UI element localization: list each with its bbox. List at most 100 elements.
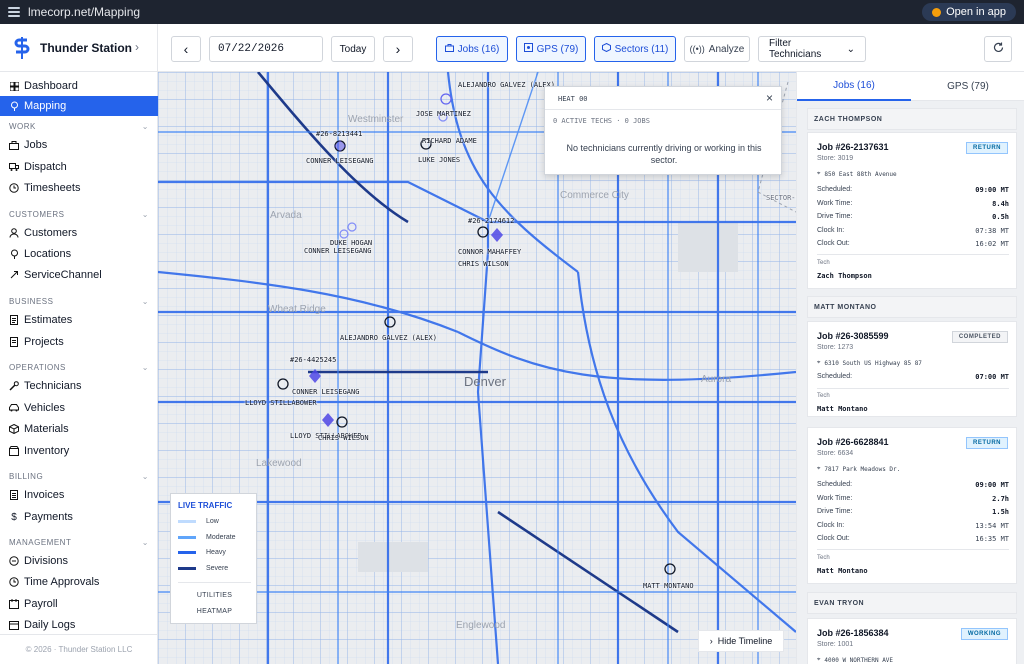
chevron-down-icon: ⌄	[141, 122, 149, 131]
next-day-button[interactable]: ›	[383, 36, 413, 62]
nav-section-business[interactable]: BUSINESS ⌄	[9, 297, 149, 306]
place-label: Arvada	[270, 210, 302, 221]
marker-label[interactable]: CHRIS WILSON	[458, 260, 509, 268]
prev-day-button[interactable]: ‹	[171, 36, 201, 62]
today-button[interactable]: Today	[331, 36, 375, 62]
gps-toggle-button[interactable]: GPS (79)	[516, 36, 586, 62]
nav-invoices[interactable]: Invoices	[0, 485, 158, 505]
marker-label[interactable]: #26-8213441	[316, 130, 362, 138]
marker-label[interactable]: ALEJANDRO GALVEZ (ALEX)	[340, 334, 437, 342]
marker-label[interactable]: ALEJANDRO GALVEZ (ALEX)	[458, 81, 555, 89]
folder-icon	[9, 337, 19, 347]
nav-servicechannel[interactable]: ServiceChannel	[0, 265, 158, 285]
marker-label[interactable]: LLOYD STILLABOWER	[245, 399, 317, 407]
nav-section-customers[interactable]: CUSTOMERS ⌄	[9, 210, 149, 219]
job-address: ⌖ 6310 South US Highway 85 87	[817, 359, 922, 367]
marker-label[interactable]: CONNER LEISEGANG	[292, 388, 359, 396]
marker-label[interactable]: #26-2174612	[468, 217, 514, 225]
close-icon[interactable]: ×	[766, 91, 773, 105]
open-in-app-button[interactable]: Open in app	[922, 3, 1016, 21]
filter-label: Filter Technicians	[769, 38, 822, 60]
nav-section-operations[interactable]: OPERATIONS ⌄	[9, 363, 149, 372]
marker-label[interactable]: #26-4425245	[290, 356, 336, 364]
marker-label[interactable]: CHRIS WILSON	[318, 434, 369, 442]
brand[interactable]: Thunder Station ›	[0, 24, 157, 72]
heatmap-toggle[interactable]: HEATMAP	[171, 608, 258, 615]
marker-label[interactable]: CONNER LEISEGANG	[306, 157, 373, 165]
nav-divisions[interactable]: Divisions	[0, 551, 158, 571]
detail-row: Clock In: 13:54 MT	[817, 522, 1009, 530]
detail-row: Work Time: 2.7h	[817, 495, 1009, 503]
tech-group-header[interactable]: MATT MONTANO	[807, 296, 1017, 318]
job-number: Job #26-3085599	[817, 331, 889, 341]
marker-label[interactable]: JOSE MARTINEZ	[416, 110, 471, 118]
nav-projects[interactable]: Projects	[0, 332, 158, 352]
analyze-label: Analyze	[708, 43, 745, 55]
jobs-toggle-button[interactable]: Jobs (16)	[436, 36, 508, 62]
nav-payroll[interactable]: Payroll	[0, 594, 158, 614]
job-card[interactable]: Job #26-1856384 Store: 1001 WORKING ⌖ 400…	[807, 618, 1017, 664]
marker-label[interactable]: CONNER LEISEGANG	[304, 247, 371, 255]
nav-section-work[interactable]: WORK ⌄	[9, 122, 149, 131]
utilities-toggle[interactable]: UTILITIES	[171, 592, 258, 599]
marker-label[interactable]: MATT MONTANO	[643, 582, 694, 590]
division-icon	[9, 556, 19, 566]
marker-label[interactable]: DUKE HOGAN	[330, 239, 372, 247]
marker-label[interactable]: CONNOR MAHAFFEY	[458, 248, 521, 256]
nav-materials[interactable]: Materials	[0, 419, 158, 439]
legend-label: Severe	[206, 565, 229, 572]
refresh-button[interactable]	[984, 36, 1012, 62]
map-canvas[interactable]: Westminster Arvada Wheat Ridge Commerce …	[158, 72, 796, 664]
row-key: Work Time:	[817, 495, 853, 502]
nav-timesheets[interactable]: Timesheets	[0, 178, 158, 198]
nav-vehicles[interactable]: Vehicles	[0, 398, 158, 418]
nav-inventory[interactable]: Inventory	[0, 441, 158, 461]
site-settings-icon[interactable]	[8, 6, 20, 18]
chevron-down-icon: ⌄	[141, 363, 149, 372]
payroll-icon	[9, 599, 19, 609]
row-value: 16:02 MT	[975, 240, 1009, 248]
nav-jobs[interactable]: Jobs	[0, 135, 158, 155]
tech-group-header[interactable]: ZACH THOMPSON	[807, 108, 1017, 130]
nav-label: Projects	[24, 336, 64, 348]
nav-estimates[interactable]: Estimates	[0, 310, 158, 330]
calendar-icon	[9, 620, 19, 630]
nav-label: Divisions	[24, 555, 69, 567]
nav-technicians[interactable]: Technicians	[0, 376, 158, 396]
row-key: Scheduled:	[817, 186, 853, 193]
tab-gps[interactable]: GPS (79)	[911, 72, 1024, 101]
marker-label[interactable]: RICHARD ADAME	[422, 137, 477, 145]
job-address: ⌖ 7817 Park Meadows Dr.	[817, 465, 900, 473]
nav-label: Technicians	[24, 380, 82, 392]
nav-dispatch[interactable]: Dispatch	[0, 157, 158, 177]
hide-timeline-button[interactable]: › Hide Timeline	[698, 630, 784, 652]
analyze-button[interactable]: ((•)) Analyze	[684, 36, 750, 62]
job-store: Store: 3019	[817, 155, 854, 162]
sectors-toggle-button[interactable]: Sectors (11)	[594, 36, 676, 62]
nav-time-approvals[interactable]: Time Approvals	[0, 572, 158, 592]
nav-dashboard[interactable]: Dashboard	[0, 76, 158, 96]
tech-group-header[interactable]: EVAN TRYON	[807, 592, 1017, 614]
divider	[545, 109, 781, 110]
nav-label: Payments	[24, 511, 73, 523]
nav-label: Invoices	[24, 489, 65, 501]
filter-technicians-select[interactable]: Filter Technicians ⌄	[758, 36, 866, 62]
nav-section-management[interactable]: MANAGEMENT ⌄	[9, 538, 149, 547]
nav-locations[interactable]: Locations	[0, 244, 158, 264]
nav-daily-logs[interactable]: Daily Logs	[0, 615, 158, 635]
date-input[interactable]: 07/22/2026	[209, 36, 323, 62]
chevron-right-icon[interactable]: ›	[135, 40, 139, 54]
url-text[interactable]: lmecorp.net/Mapping	[28, 5, 140, 19]
nav-customers[interactable]: Customers	[0, 223, 158, 243]
tab-jobs[interactable]: Jobs (16)	[797, 72, 911, 101]
nav-mapping[interactable]: Mapping	[0, 96, 158, 116]
nav-section-billing[interactable]: BILLING ⌄	[9, 472, 149, 481]
job-card[interactable]: Job #26-3085599 Store: 1273 COMPLETED ⌖ 6…	[807, 321, 1017, 417]
nav-payments[interactable]: $ Payments	[0, 507, 158, 527]
address-text: 850 East 88th Avenue	[824, 170, 897, 178]
chevron-left-icon: ‹	[183, 41, 189, 57]
job-card[interactable]: Job #26-2137631 Store: 3019 RETURN ⌖ 850 …	[807, 132, 1017, 289]
gps-toggle-label: GPS (79)	[536, 43, 579, 55]
job-card[interactable]: Job #26-6628841 Store: 6634 RETURN ⌖ 7817…	[807, 427, 1017, 584]
marker-label[interactable]: LUKE JONES	[418, 156, 460, 164]
